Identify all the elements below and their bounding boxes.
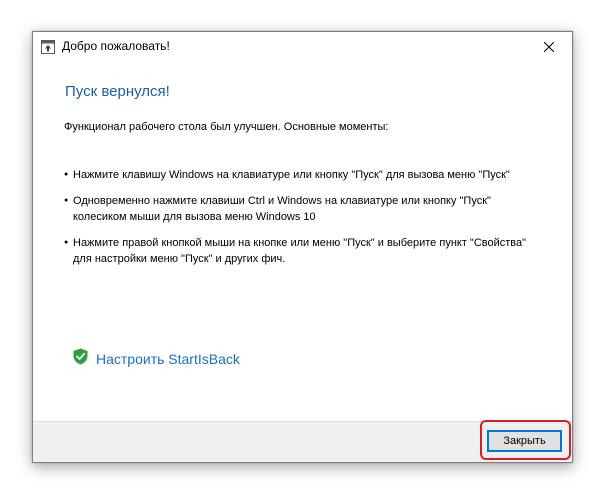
bullet-glyph: ●: [64, 239, 69, 246]
close-button[interactable]: Закрыть: [487, 430, 562, 452]
window-close-button[interactable]: [526, 32, 572, 63]
dialog-footer: Закрыть: [33, 421, 572, 462]
arrow-up-window-icon: [41, 40, 55, 54]
list-item-text: Нажмите правой кнопкой мыши на кнопке ил…: [73, 237, 527, 265]
bullet-glyph: ●: [64, 197, 69, 204]
list-item-text: Одновременно нажмите клавиши Ctrl и Wind…: [73, 195, 491, 223]
list-item: ● Нажмите клавишу Windows на клавиатуре …: [64, 167, 544, 183]
tips-list: ● Нажмите клавишу Windows на клавиатуре …: [64, 167, 544, 277]
green-shield-check-icon: [73, 348, 96, 370]
bullet-glyph: ●: [64, 171, 69, 178]
screenshot-stage: Добро пожаловать! Пуск вернулся! Функцио…: [0, 0, 606, 496]
list-item-text: Нажмите клавишу Windows на клавиатуре ил…: [73, 169, 510, 181]
page-title: Пуск вернулся!: [65, 83, 170, 100]
configure-link-label[interactable]: Настроить StartIsBack: [96, 351, 240, 367]
list-item: ● Нажмите правой кнопкой мыши на кнопке …: [64, 235, 544, 267]
list-item: ● Одновременно нажмите клавиши Ctrl и Wi…: [64, 193, 544, 225]
configure-startisback-link[interactable]: Настроить StartIsBack: [73, 348, 240, 370]
title-bar[interactable]: Добро пожаловать!: [33, 32, 572, 63]
intro-text: Функционал рабочего стола был улучшен. О…: [64, 121, 389, 133]
welcome-dialog: Добро пожаловать! Пуск вернулся! Функцио…: [32, 31, 573, 463]
dialog-content: Пуск вернулся! Функционал рабочего стола…: [33, 63, 572, 422]
close-icon: [543, 39, 555, 57]
window-title: Добро пожаловать!: [62, 39, 170, 53]
